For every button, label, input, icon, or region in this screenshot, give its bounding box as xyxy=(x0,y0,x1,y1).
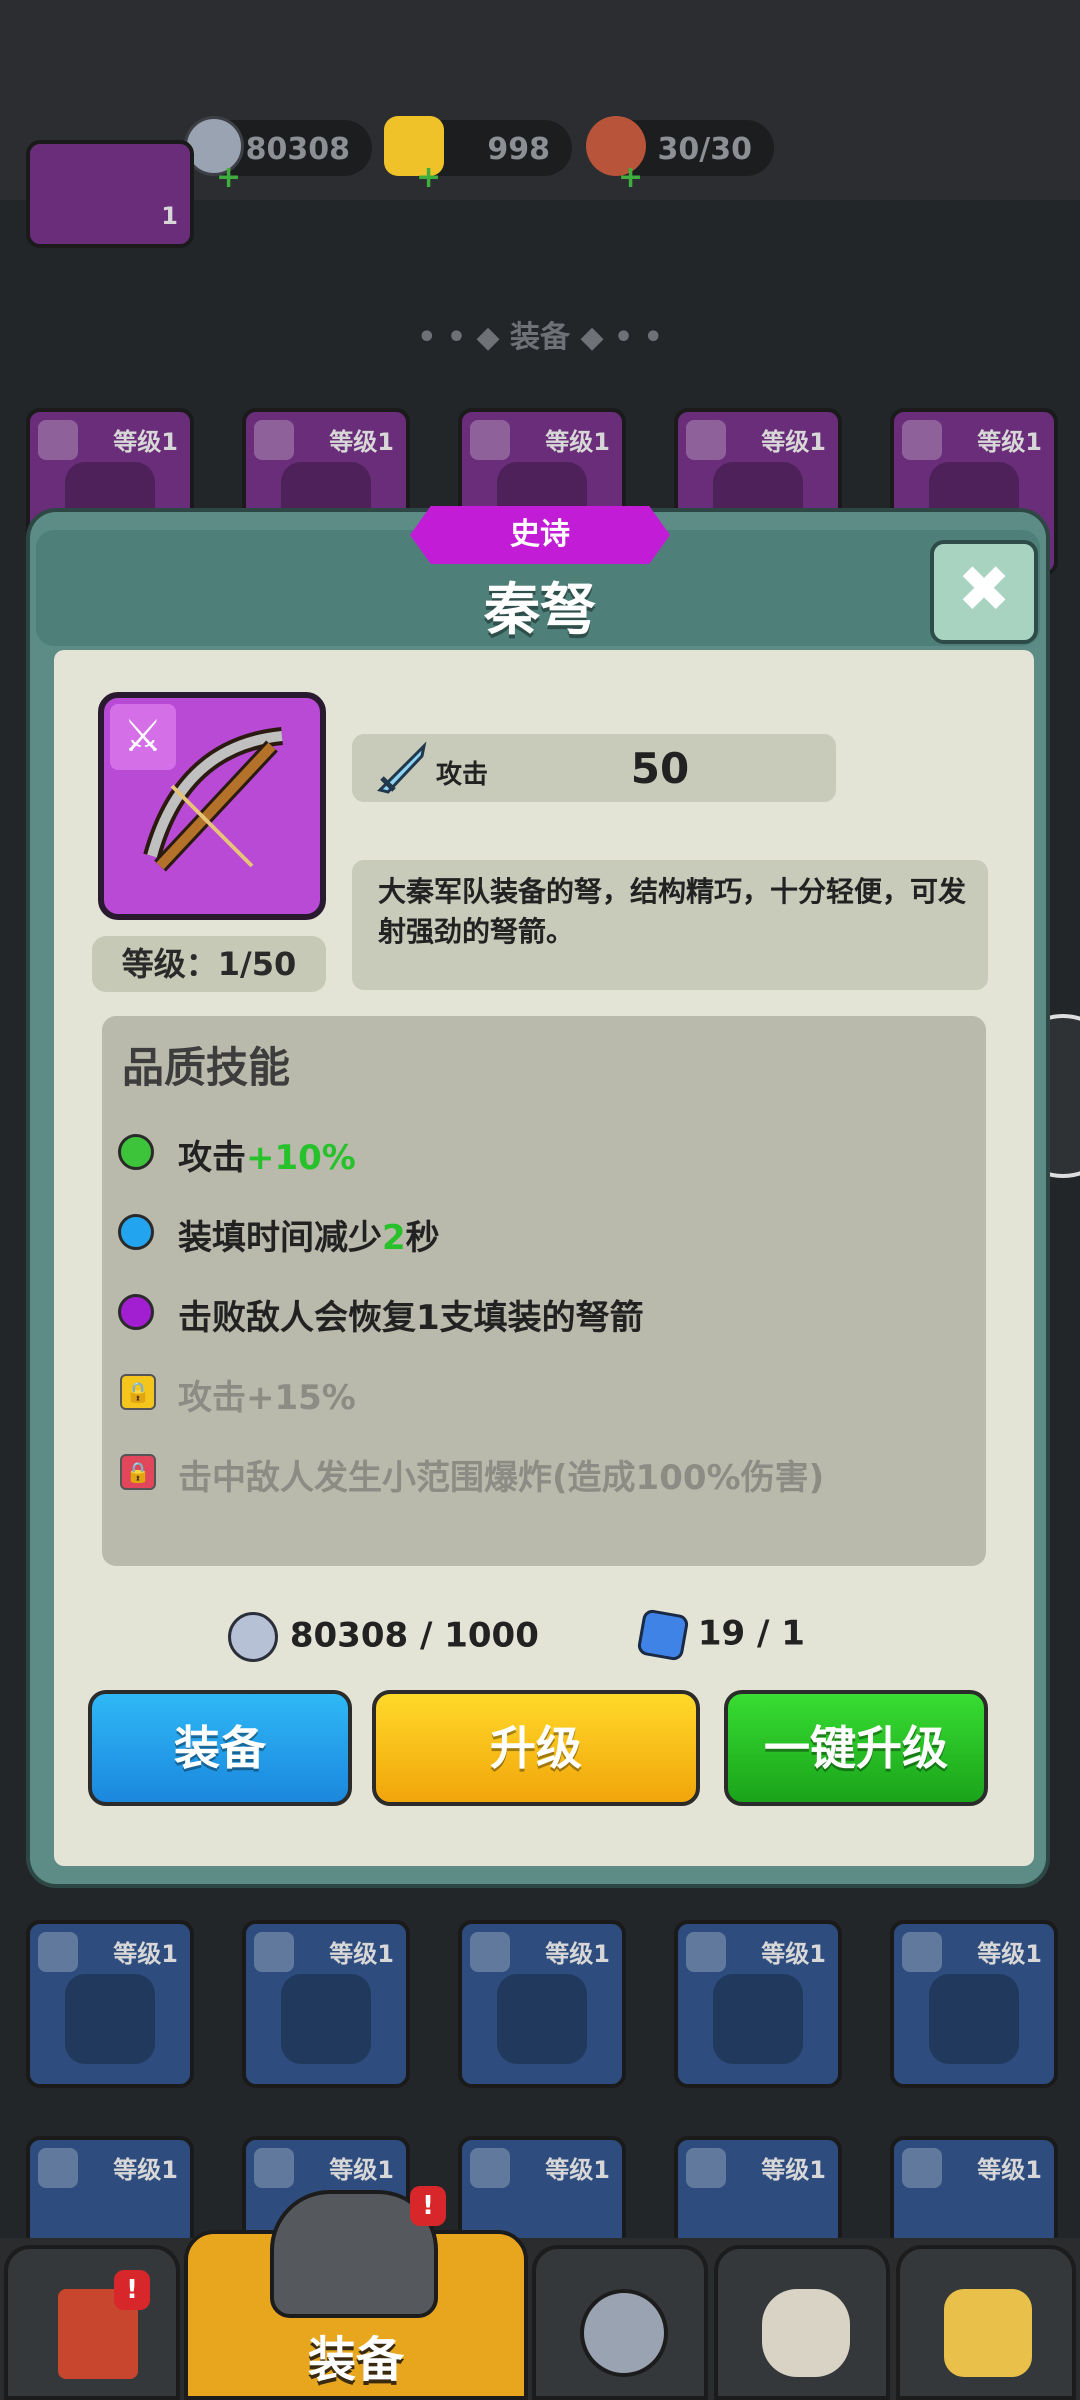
nav-tab-shop[interactable] xyxy=(4,2245,180,2400)
silver-coin-counter[interactable]: 80308 + xyxy=(184,116,372,195)
silver-coin-icon xyxy=(228,1612,278,1662)
section-title: • • ◆ 装备 ◆ • • xyxy=(417,320,663,355)
fist-upgrade-icon xyxy=(944,2289,1032,2377)
meat-counter[interactable]: 30/30 + xyxy=(586,116,774,195)
stat-value: 50 xyxy=(630,744,690,793)
close-icon[interactable]: ✖ xyxy=(957,553,1011,627)
item-description: 大秦军队装备的弩，结构精巧，十分轻便，可发射强劲的弩箭。 xyxy=(378,875,967,948)
close-button[interactable]: ✖ xyxy=(930,540,1038,644)
skill-item-locked: 🔒 攻击+15% xyxy=(118,1368,978,1418)
rooster-icon xyxy=(762,2289,850,2377)
add-gold-icon[interactable]: + xyxy=(416,160,441,195)
coin-cost: 80308 / 1000 xyxy=(228,1612,539,1662)
alert-badge: ! xyxy=(410,2186,446,2226)
owned-item-card[interactable]: 1 xyxy=(26,140,194,248)
sword-icon xyxy=(377,741,427,794)
skill-item-locked: 🔒 击中敌人发生小范围爆炸(造成100%伤害) xyxy=(118,1448,978,1498)
coin-cost-value: 80308 / 1000 xyxy=(289,1615,539,1656)
skills-title: 品质技能 xyxy=(122,1043,291,1092)
equipment-card[interactable]: 等级1 xyxy=(890,1920,1058,2088)
crossbow-icon xyxy=(143,727,284,872)
one-key-upgrade-button[interactable]: 一键升级 xyxy=(724,1690,988,1806)
nav-active-label: 装备 xyxy=(307,2332,404,2388)
item-name: 秦弩 xyxy=(484,578,596,643)
shield-icon xyxy=(580,2289,668,2377)
nav-tab-battle[interactable] xyxy=(532,2245,708,2400)
lock-icon: 🔒 xyxy=(120,1454,156,1490)
shard-cost-value: 19 / 1 xyxy=(697,1613,805,1654)
shard-cost: 19 / 1 xyxy=(636,1608,805,1662)
quality-dot-icon xyxy=(118,1294,154,1330)
equipment-card[interactable]: 等级1 xyxy=(242,1920,410,2088)
meat-value: 30/30 xyxy=(657,132,752,167)
rarity-banner: 史诗 xyxy=(410,506,670,564)
skill-item: 击败敌人会恢复1支填装的弩箭 xyxy=(118,1288,978,1338)
skill-item: 装填时间减少2秒 xyxy=(118,1208,978,1258)
equipment-card[interactable]: 等级1 xyxy=(26,1920,194,2088)
skill-item: 攻击+10% xyxy=(118,1128,978,1178)
add-meat-icon[interactable]: + xyxy=(618,160,643,195)
quality-dot-icon xyxy=(118,1214,154,1250)
silver-coin-value: 80308 xyxy=(245,132,350,167)
add-coin-icon[interactable]: + xyxy=(216,160,241,195)
gold-ingot-counter[interactable]: 998 + xyxy=(384,116,572,195)
gold-ingot-value: 998 xyxy=(487,132,550,167)
item-portrait: ⚔ xyxy=(98,692,326,920)
lock-icon: 🔒 xyxy=(120,1374,156,1410)
nav-tab-heroes[interactable] xyxy=(714,2245,890,2400)
blueprint-shard-icon xyxy=(636,1608,690,1662)
equip-button[interactable]: 装备 xyxy=(88,1690,352,1806)
item-level: 等级：1/50 xyxy=(92,936,326,992)
upgrade-button[interactable]: 升级 xyxy=(372,1690,700,1806)
equipment-card[interactable]: 等级1 xyxy=(458,1920,626,2088)
quality-dot-icon xyxy=(118,1134,154,1170)
alert-badge: ! xyxy=(114,2270,150,2310)
item-count: 1 xyxy=(161,202,178,230)
equipment-card[interactable]: 等级1 xyxy=(674,1920,842,2088)
nav-tab-upgrade[interactable] xyxy=(896,2245,1076,2400)
stat-label: 攻击 xyxy=(436,760,489,790)
